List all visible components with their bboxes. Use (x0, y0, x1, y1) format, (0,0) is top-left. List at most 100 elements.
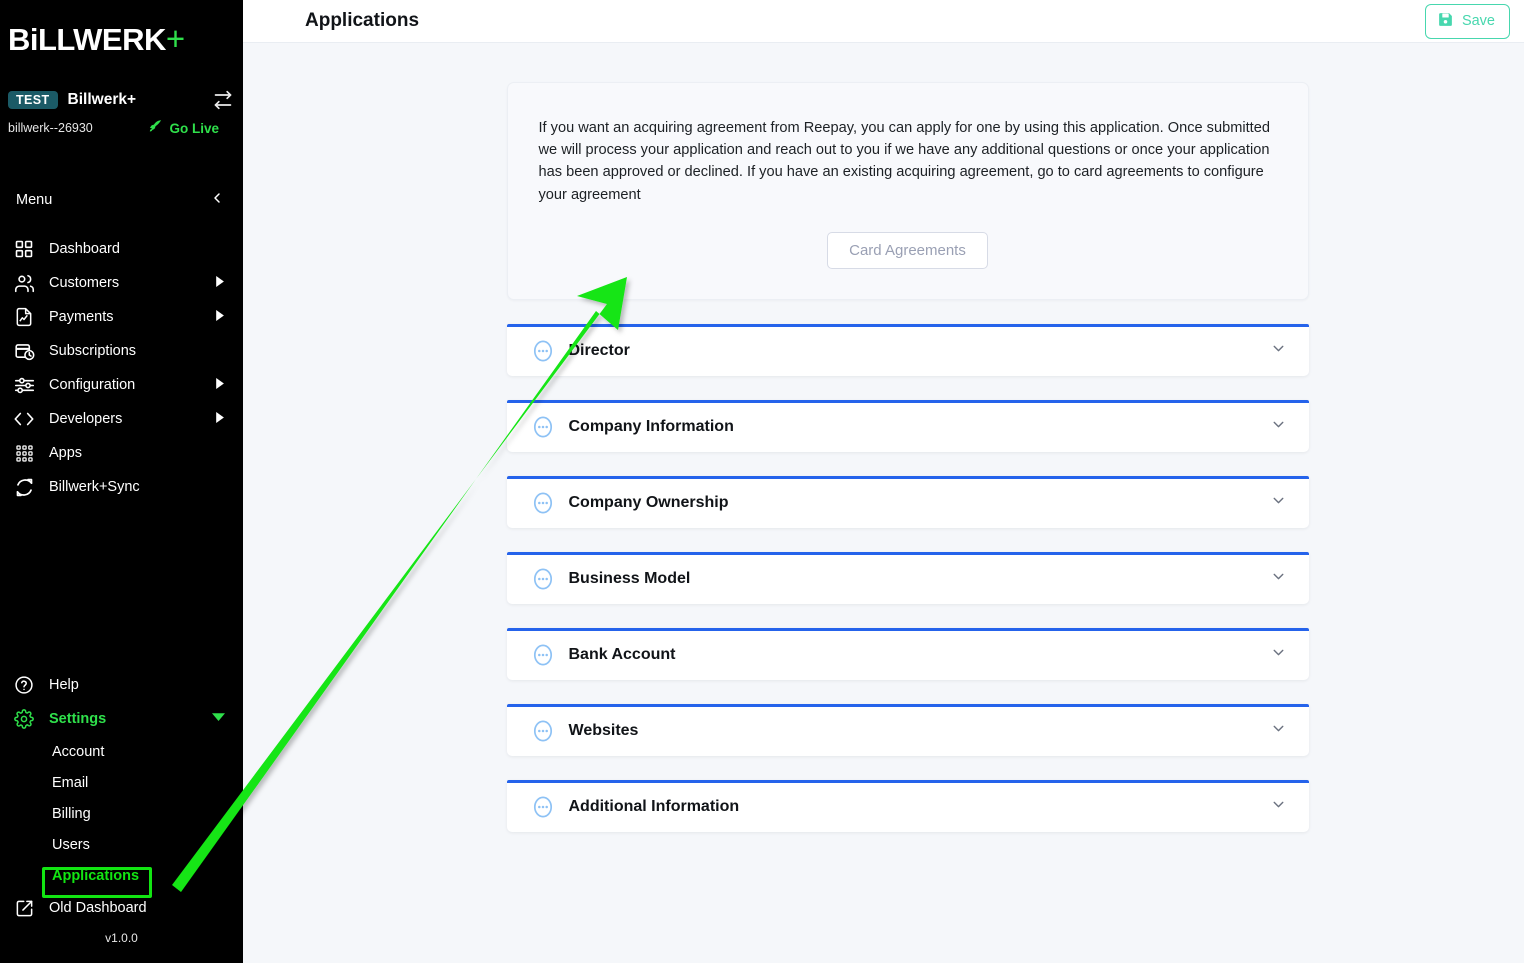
accordion-section[interactable]: Business Model (506, 551, 1309, 604)
menu-label: Menu (16, 192, 53, 208)
grid-icon (13, 238, 35, 260)
application-sections: Director Company Information Company Owner… (506, 323, 1309, 832)
primary-navigation: Dashboard Customers Payments Subscriptio… (0, 232, 243, 504)
sidebar-item-label: Help (49, 677, 79, 693)
chevron-down-icon[interactable] (1270, 644, 1287, 666)
sidebar-item-email[interactable]: Email (0, 767, 243, 798)
sidebar-item-label: Subscriptions (49, 343, 137, 359)
account-id: billwerk--26930 (8, 121, 93, 135)
accordion-title: Websites (568, 722, 639, 740)
sidebar-item-payments[interactable]: Payments (0, 300, 243, 334)
help-circle-icon (13, 674, 35, 696)
sidebar-subitem-label: Email (52, 774, 89, 791)
sidebar-subitem-label: Applications (52, 867, 140, 884)
logo-plus: + (165, 20, 185, 57)
accordion-title: Additional Information (568, 798, 740, 816)
sidebar-item-applications[interactable]: Applications (0, 860, 243, 891)
accordion-title: Company Information (568, 418, 734, 436)
sidebar-item-label: Old Dashboard (49, 900, 147, 916)
brand-logo[interactable]: BiLLWERK+ (0, 0, 243, 86)
sidebar-item-customers[interactable]: Customers (0, 266, 243, 300)
sidebar-item-configuration[interactable]: Configuration (0, 368, 243, 402)
swap-horizontal-icon[interactable] (213, 90, 233, 110)
sidebar-item-billwerk-sync[interactable]: Billwerk+Sync (0, 470, 243, 504)
users-icon (13, 272, 35, 294)
sidebar-item-account[interactable]: Account (0, 736, 243, 767)
rocket-icon (148, 119, 163, 137)
save-disk-icon (1437, 11, 1454, 32)
secondary-navigation: Help Settings Account Email Billing User… (0, 668, 243, 963)
sidebar-item-label: Payments (49, 309, 114, 325)
external-link-icon (13, 897, 35, 919)
logo-text: BiLLWERK (8, 22, 166, 57)
sidebar: BiLLWERK+ TEST Billwerk+ billwerk--26930 (0, 0, 243, 963)
go-live-button[interactable]: Go Live (148, 119, 233, 137)
application-window: BiLLWERK+ TEST Billwerk+ billwerk--26930 (0, 0, 1524, 963)
sidebar-item-label: Settings (49, 711, 107, 727)
sidebar-subitem-label: Account (52, 743, 105, 760)
go-live-label: Go Live (169, 120, 219, 136)
sidebar-item-label: Developers (49, 411, 123, 427)
caret-down-icon (212, 710, 225, 728)
caret-right-icon (214, 308, 225, 326)
environment-badge: TEST (8, 90, 58, 110)
page-title: Applications (305, 10, 420, 31)
acquiring-info-card: If you want an acquiring agreement from … (506, 82, 1309, 300)
chevron-down-icon[interactable] (1270, 340, 1287, 362)
dots-circle-icon (531, 339, 555, 363)
dots-circle-icon (531, 643, 555, 667)
accordion-title: Director (568, 342, 630, 360)
sidebar-item-apps[interactable]: Apps (0, 436, 243, 470)
sidebar-item-help[interactable]: Help (0, 668, 243, 702)
sidebar-subitem-label: Billing (52, 805, 91, 822)
dots-circle-icon (531, 719, 555, 743)
sidebar-item-label: Billwerk+Sync (49, 479, 140, 495)
sidebar-item-label: Dashboard (49, 241, 120, 257)
accordion-section[interactable]: Websites (506, 703, 1309, 756)
accordion-section[interactable]: Company Ownership (506, 475, 1309, 528)
sidebar-item-subscriptions[interactable]: Subscriptions (0, 334, 243, 368)
apps-grid-icon (13, 442, 35, 464)
account-switcher[interactable]: TEST Billwerk+ billwerk--26930 Go Live (0, 86, 243, 138)
chevron-down-icon[interactable] (1270, 568, 1287, 590)
save-label: Save (1461, 13, 1495, 29)
sidebar-item-label: Customers (49, 275, 120, 291)
caret-right-icon (214, 274, 225, 292)
accordion-section[interactable]: Director (506, 323, 1309, 376)
gear-icon (13, 708, 35, 730)
caret-right-icon (214, 376, 225, 394)
sidebar-item-old-dashboard[interactable]: Old Dashboard (0, 891, 243, 925)
dots-circle-icon (531, 491, 555, 515)
sidebar-item-developers[interactable]: Developers (0, 402, 243, 436)
chevron-down-icon[interactable] (1270, 796, 1287, 818)
save-button[interactable]: Save (1424, 3, 1510, 39)
chevron-down-icon[interactable] (1270, 492, 1287, 514)
menu-header: Menu (0, 182, 243, 218)
sidebar-item-label: Apps (49, 445, 83, 461)
sidebar-item-dashboard[interactable]: Dashboard (0, 232, 243, 266)
sync-icon (13, 476, 35, 498)
accordion-section[interactable]: Company Information (506, 399, 1309, 452)
sidebar-subitem-label: Users (52, 836, 90, 853)
sidebar-item-users[interactable]: Users (0, 829, 243, 860)
code-icon (13, 408, 35, 430)
main-content: Applications Save If you want an acquiri… (243, 0, 1524, 963)
sidebar-item-billing[interactable]: Billing (0, 798, 243, 829)
chevron-left-icon[interactable] (209, 190, 225, 211)
accordion-section[interactable]: Additional Information (506, 779, 1309, 832)
chevron-down-icon[interactable] (1270, 720, 1287, 742)
accordion-title: Company Ownership (568, 494, 729, 512)
content-scroll-area[interactable]: If you want an acquiring agreement from … (243, 43, 1524, 963)
dots-circle-icon (531, 567, 555, 591)
version-label: v1.0.0 (105, 931, 138, 945)
dots-circle-icon (531, 415, 555, 439)
accordion-section[interactable]: Bank Account (506, 627, 1309, 680)
sidebar-item-label: Configuration (49, 377, 136, 393)
card-agreements-button[interactable]: Card Agreements (827, 231, 988, 269)
accordion-title: Bank Account (568, 646, 676, 664)
sidebar-item-settings[interactable]: Settings (0, 702, 243, 736)
acquiring-info-text: If you want an acquiring agreement from … (538, 120, 1270, 203)
accordion-title: Business Model (568, 570, 691, 588)
calendar-clock-icon (13, 340, 35, 362)
chevron-down-icon[interactable] (1270, 416, 1287, 438)
